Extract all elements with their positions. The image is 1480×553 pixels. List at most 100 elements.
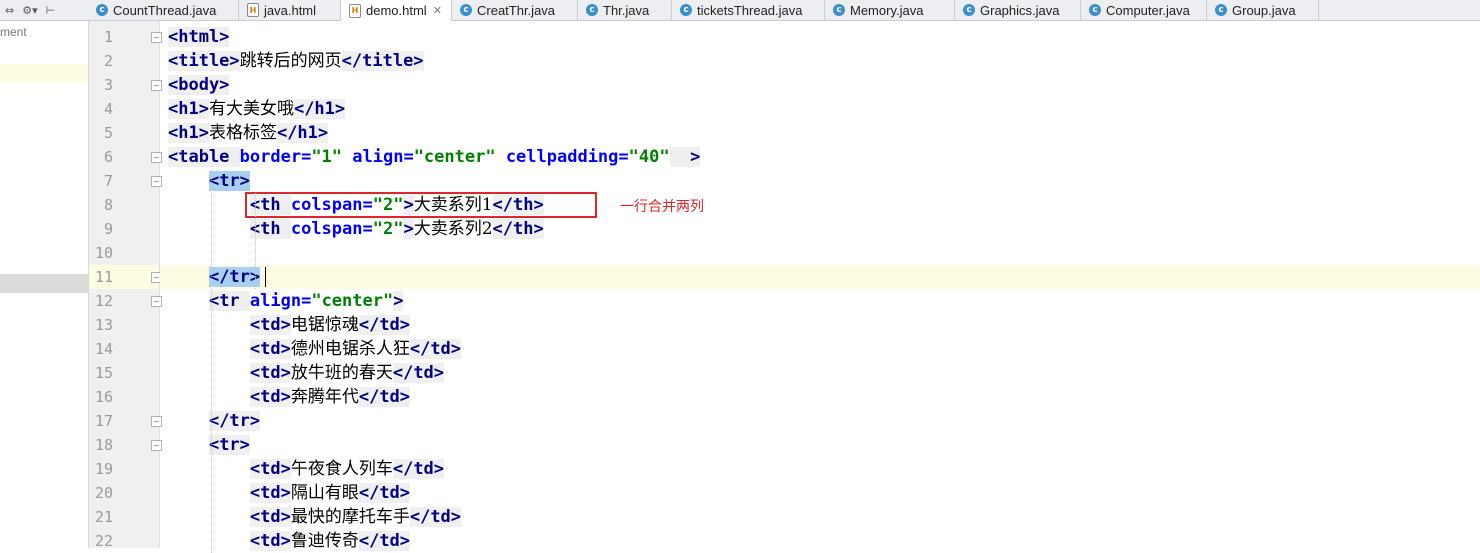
code-line[interactable]: <th colspan="2">大卖系列1</th> <box>168 193 544 217</box>
tab-demo-html[interactable]: Hdemo.html ✕ <box>341 0 452 21</box>
code-line[interactable]: </tr> <box>168 409 261 433</box>
current-line-highlight <box>160 265 1480 289</box>
tab-label: CountThread.java <box>113 2 217 18</box>
code-token: cellpadding= <box>495 147 629 167</box>
code-token: colspan= <box>290 219 373 239</box>
project-pane-selected-row[interactable] <box>0 274 88 293</box>
code-token: 有大美女哦 <box>208 99 294 119</box>
java-class-icon: c <box>96 4 108 16</box>
text-caret <box>265 267 266 287</box>
code-line[interactable]: <tr> <box>168 169 250 193</box>
annotation-label: 一行合并两列 <box>620 199 704 215</box>
code-token: <th <box>249 195 291 215</box>
code-token: </td> <box>392 459 445 479</box>
code-token: 跳转后的网页 <box>239 51 342 71</box>
code-token: </title> <box>341 51 424 71</box>
html-file-icon: H <box>349 3 361 18</box>
tab-countthread-java[interactable]: c CountThread.java <box>88 0 239 20</box>
java-class-icon: c <box>1215 4 1227 16</box>
line-number: 4 <box>103 100 113 118</box>
settings-gear-icon[interactable]: ⚙▾ <box>19 4 40 17</box>
code-line[interactable]: <title>跳转后的网页</title> <box>168 49 424 73</box>
code-token: align= <box>342 147 414 167</box>
tab-label: Memory.java <box>850 2 924 18</box>
tab-thr-java[interactable]: c Thr.java <box>578 0 672 20</box>
code-token: "1" <box>311 147 343 167</box>
code-token: </td> <box>358 387 411 407</box>
code-token: <th <box>249 219 291 239</box>
indent-guide <box>255 193 256 289</box>
code-token: </td> <box>358 315 411 335</box>
code-token: <body> <box>168 75 230 95</box>
line-number: 16 <box>94 388 113 406</box>
tab-label: Computer.java <box>1106 2 1190 18</box>
code-line[interactable]: <td>午夜食人列车</td> <box>168 457 445 481</box>
tab-computer-java[interactable]: c Computer.java <box>1081 0 1207 20</box>
line-number: 18 <box>94 436 113 454</box>
line-number: 9 <box>103 220 113 238</box>
code-token: </td> <box>392 363 445 383</box>
code-token: 放牛班的春天 <box>290 363 393 383</box>
code-token: 鲁迪传奇 <box>290 531 359 551</box>
line-number: 14 <box>94 340 113 358</box>
code-token: > <box>669 147 701 167</box>
code-line[interactable]: <body> <box>168 73 230 97</box>
code-token: </h1> <box>276 123 329 143</box>
java-class-icon: c <box>833 4 845 16</box>
code-line[interactable]: <table border="1" align="center" cellpad… <box>168 145 701 169</box>
code-line[interactable]: <td>隔山有眼</td> <box>168 481 411 505</box>
code-line[interactable]: <td>放牛班的春天</td> <box>168 361 445 385</box>
code-token: </tr> <box>208 267 261 287</box>
line-number: 10 <box>94 244 113 262</box>
code-token: "center" <box>311 291 394 311</box>
tab-label: demo.html <box>366 3 427 18</box>
code-line[interactable]: <th colspan="2">大卖系列2</th> <box>168 217 544 241</box>
code-token: <tr <box>208 291 250 311</box>
line-number: 19 <box>94 460 113 478</box>
project-pane-highlight-row <box>0 64 88 82</box>
code-token: <td> <box>249 387 291 407</box>
code-line[interactable]: <td>鲁迪传奇</td> <box>168 529 411 553</box>
close-tab-icon[interactable]: ✕ <box>433 4 442 17</box>
hide-pane-icon[interactable]: ⊢ <box>43 4 59 17</box>
tab-group-java[interactable]: c Group.java <box>1207 0 1319 20</box>
editor-tab-strip: c CountThread.java Hjava.html Hdemo.html ✕ c C… <box>88 0 1480 21</box>
indent-guide <box>211 169 212 553</box>
code-line[interactable]: </tr> <box>168 265 261 289</box>
code-line[interactable]: <h1>有大美女哦</h1> <box>168 97 346 121</box>
tab-java-html[interactable]: Hjava.html <box>239 0 341 20</box>
line-number: 20 <box>94 484 113 502</box>
collapse-all-icon[interactable]: ⇔ <box>2 4 17 17</box>
html-file-icon: H <box>247 3 259 17</box>
code-line[interactable]: <td>电锯惊魂</td> <box>168 313 411 337</box>
code-token: <td> <box>249 363 291 383</box>
tab-ticketsthread-java[interactable]: c ticketsThread.java <box>672 0 825 20</box>
code-line[interactable]: <tr align="center"> <box>168 289 404 313</box>
code-editor[interactable]: 一行合并两列 <html> <title>跳转后的网页</title> <body>… <box>160 21 1480 553</box>
code-line[interactable]: <h1>表格标签</h1> <box>168 121 329 145</box>
code-line[interactable]: <html> <box>168 25 230 49</box>
java-class-icon: c <box>680 4 692 16</box>
tab-graphics-java[interactable]: c Graphics.java <box>955 0 1081 20</box>
tab-memory-java[interactable]: c Memory.java <box>825 0 955 20</box>
project-pane-item-text[interactable]: ment <box>0 25 27 39</box>
line-number: 3 <box>103 76 113 94</box>
code-token: </td> <box>358 531 411 551</box>
code-token: <td> <box>249 483 291 503</box>
project-pane-toolbar: ⇔ ⚙▾ ⊢ <box>0 0 90 21</box>
code-token: 电锯惊魂 <box>290 315 359 335</box>
code-token: align= <box>249 291 312 311</box>
code-line[interactable]: <tr> <box>168 433 250 457</box>
tab-creatthr-java[interactable]: c CreatThr.java <box>452 0 578 20</box>
line-number: 12 <box>94 292 113 310</box>
code-token: </td> <box>409 339 462 359</box>
code-line[interactable]: <td>奔腾年代</td> <box>168 385 411 409</box>
line-number-gutter: 1−2 3−4 5 6−7−8 9 10 11−12−13 14 15 16 17−18−19 20 2… <box>89 21 162 550</box>
